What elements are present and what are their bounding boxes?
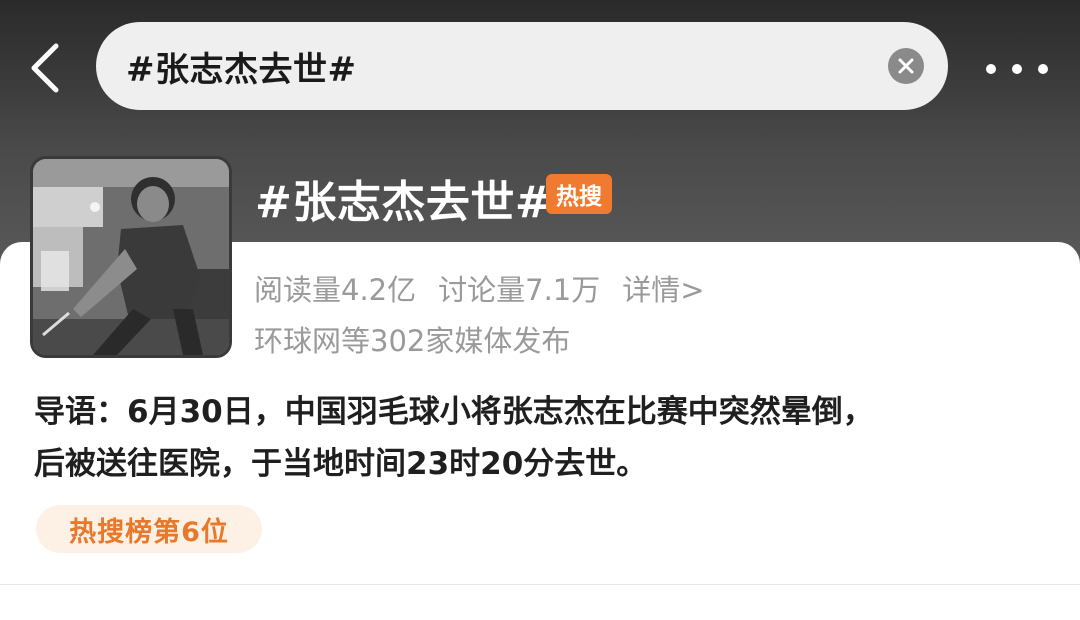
badminton-player-photo [33, 159, 229, 355]
search-query: #张志杰去世# [126, 49, 357, 90]
clear-search-button[interactable] [888, 48, 924, 84]
hot-rank-badge[interactable]: 热搜榜第6位 [36, 505, 262, 553]
more-dot [986, 64, 996, 74]
read-count: 阅读量4.2亿 [254, 273, 417, 307]
details-link[interactable]: 详情> [622, 267, 704, 309]
hot-badge: 热搜 [546, 174, 612, 214]
more-icon[interactable] [986, 58, 1048, 80]
more-dot [1012, 64, 1022, 74]
topic-thumbnail[interactable] [30, 156, 232, 358]
topic-title: #张志杰去世# [255, 177, 553, 228]
intro-line-1: 导语：6月30日，中国羽毛球小将张志杰在比赛中突然晕倒， [34, 394, 874, 430]
topic-intro: 导语：6月30日，中国羽毛球小将张志杰在比赛中突然晕倒， 后被送往医院，于当地时… [34, 386, 1054, 490]
chevron-left-icon [31, 43, 59, 93]
topic-stats: 阅读量4.2亿 讨论量7.1万 详情> [254, 267, 727, 309]
close-icon [898, 58, 914, 74]
discussion-count: 讨论量7.1万 [438, 273, 601, 307]
media-count: 环球网等302家媒体发布 [254, 324, 571, 358]
back-button[interactable] [22, 40, 72, 96]
search-input[interactable]: #张志杰去世# [96, 22, 948, 110]
more-dot [1038, 64, 1048, 74]
intro-line-2: 后被送往医院，于当地时间23时20分去世。 [34, 446, 648, 482]
